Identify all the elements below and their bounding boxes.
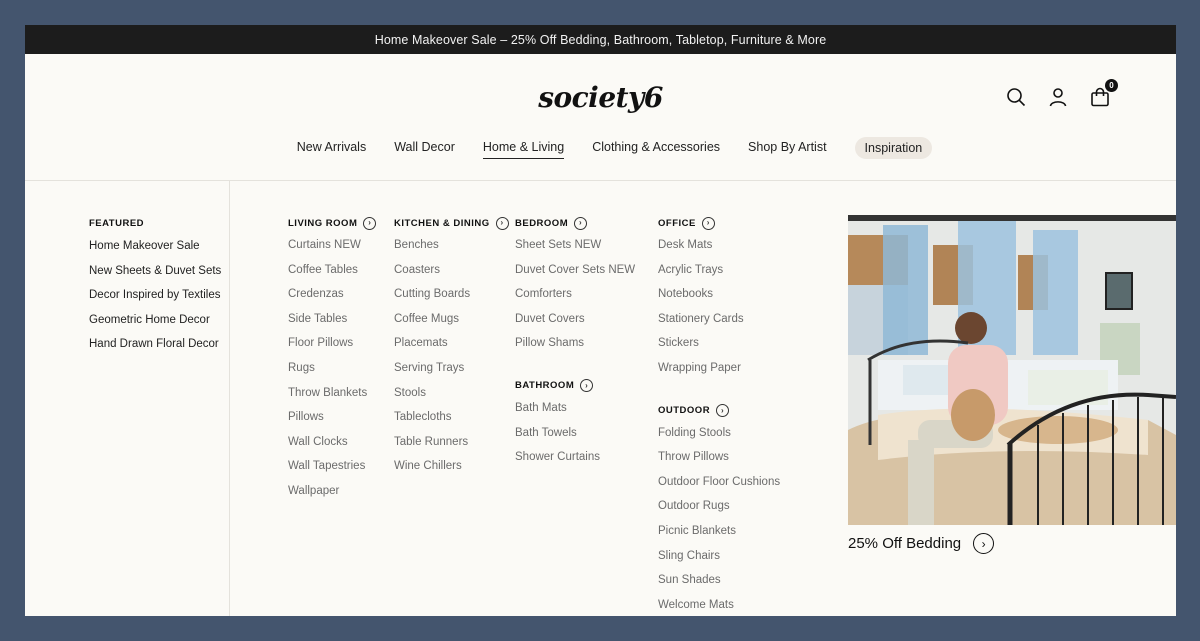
menu-link[interactable]: Outdoor Floor Cushions	[658, 473, 780, 498]
header-icons: 0	[1006, 79, 1118, 107]
chevron-right-icon: ›	[580, 379, 594, 393]
menu-link[interactable]: Pillow Shams	[515, 334, 635, 359]
nav-new-arrivals[interactable]: New Arrivals	[297, 138, 366, 158]
chevron-right-icon: ›	[701, 216, 715, 230]
featured-link[interactable]: Hand Drawn Floral Decor	[89, 334, 229, 359]
bedroom-column: BEDROOM › Sheet Sets NEW Duvet Cover Sets…	[515, 216, 635, 473]
chevron-right-icon: ›	[495, 216, 509, 230]
chevron-right-icon: ›	[973, 533, 995, 554]
menu-link[interactable]: Picnic Blankets	[658, 522, 780, 547]
menu-link[interactable]: Wall Clocks	[288, 433, 376, 458]
cart-count-badge: 0	[1105, 79, 1118, 92]
menu-link[interactable]: Serving Trays	[394, 359, 509, 384]
kitchen-dining-column: KITCHEN & DINING › Benches Coasters Cutti…	[394, 216, 509, 482]
main-nav: New Arrivals Wall Decor Home & Living Cl…	[25, 137, 1176, 159]
featured-title: FEATURED	[89, 217, 145, 229]
featured-link[interactable]: New Sheets & Duvet Sets	[89, 261, 229, 286]
menu-link[interactable]: Outdoor Rugs	[658, 497, 780, 522]
browser-viewport: Home Makeover Sale – 25% Off Bedding, Ba…	[25, 25, 1176, 616]
menu-link[interactable]: Rugs	[288, 359, 376, 384]
menu-link[interactable]: Wall Tapestries	[288, 457, 376, 482]
menu-link[interactable]: Sheet Sets NEW	[515, 236, 635, 261]
kitchen-dining-heading[interactable]: KITCHEN & DINING ›	[394, 216, 509, 230]
search-icon[interactable]	[1006, 87, 1026, 107]
site-header: society6 0 New Arrivals Wall Decor Home …	[25, 54, 1176, 181]
menu-link[interactable]: Notebooks	[658, 285, 780, 310]
menu-link[interactable]: Folding Stools	[658, 424, 780, 449]
menu-link[interactable]: Acrylic Trays	[658, 261, 780, 286]
menu-link[interactable]: Bath Towels	[515, 424, 635, 449]
menu-link[interactable]: Cutting Boards	[394, 285, 509, 310]
bedroom-heading[interactable]: BEDROOM ›	[515, 216, 635, 230]
nav-inspiration[interactable]: Inspiration	[854, 137, 933, 159]
menu-link[interactable]: Comforters	[515, 285, 635, 310]
menu-link[interactable]: Placemats	[394, 334, 509, 359]
promo-bedding-link[interactable]: 25% Off Bedding ›	[848, 533, 995, 554]
menu-link[interactable]: Curtains NEW	[288, 236, 376, 261]
menu-link[interactable]: Credenzas	[288, 285, 376, 310]
living-room-heading[interactable]: LIVING ROOM ›	[288, 216, 377, 230]
user-icon[interactable]	[1048, 87, 1068, 107]
menu-link[interactable]: Coasters	[394, 261, 509, 286]
menu-link[interactable]: Stationery Cards	[658, 310, 780, 335]
menu-link[interactable]: Table Runners	[394, 433, 509, 458]
promo-banner[interactable]: Home Makeover Sale – 25% Off Bedding, Ba…	[25, 25, 1176, 54]
bathroom-heading[interactable]: BATHROOM ›	[515, 379, 635, 393]
office-column: OFFICE › Desk Mats Acrylic Trays Notebook…	[658, 216, 780, 616]
menu-link[interactable]: Floor Pillows	[288, 334, 376, 359]
menu-link[interactable]: Sling Chairs	[658, 547, 780, 572]
nav-home-living[interactable]: Home & Living	[482, 138, 565, 159]
menu-link[interactable]: Throw Blankets	[288, 384, 376, 409]
menu-link[interactable]: Shower Curtains	[515, 448, 635, 473]
office-heading[interactable]: OFFICE ›	[658, 216, 780, 230]
chevron-right-icon: ›	[574, 216, 588, 230]
promo-image[interactable]	[848, 215, 1176, 525]
nav-clothing-accessories[interactable]: Clothing & Accessories	[592, 138, 720, 158]
nav-wall-decor[interactable]: Wall Decor	[394, 138, 455, 158]
site-logo[interactable]: society6	[25, 81, 1176, 114]
menu-link[interactable]: Wine Chillers	[394, 457, 509, 482]
menu-link[interactable]: Stickers	[658, 334, 780, 359]
living-room-column: LIVING ROOM › Curtains NEW Coffee Tables …	[288, 216, 377, 507]
menu-link[interactable]: Pillows	[288, 408, 376, 433]
menu-link[interactable]: Desk Mats	[658, 236, 780, 261]
menu-link[interactable]: Stools	[394, 384, 509, 409]
menu-link[interactable]: Tablecloths	[394, 408, 509, 433]
bedroom-scene-illustration	[848, 215, 1176, 525]
menu-link[interactable]: Duvet Cover Sets NEW	[515, 261, 635, 286]
featured-link[interactable]: Decor Inspired by Textiles	[89, 285, 229, 310]
nav-shop-by-artist[interactable]: Shop By Artist	[748, 138, 827, 158]
menu-link[interactable]: Welcome Mats	[658, 596, 780, 616]
featured-column: FEATURED Home Makeover Sale New Sheets &…	[25, 181, 230, 616]
outdoor-heading[interactable]: OUTDOOR ›	[658, 404, 780, 418]
menu-link[interactable]: Coffee Mugs	[394, 310, 509, 335]
mega-menu: FEATURED Home Makeover Sale New Sheets &…	[25, 181, 1176, 616]
featured-link[interactable]: Home Makeover Sale	[89, 236, 229, 261]
menu-link[interactable]: Side Tables	[288, 310, 376, 335]
menu-link[interactable]: Coffee Tables	[288, 261, 376, 286]
menu-link[interactable]: Wrapping Paper	[658, 359, 780, 384]
chevron-right-icon: ›	[716, 404, 730, 418]
menu-link[interactable]: Bath Mats	[515, 399, 635, 424]
menu-link[interactable]: Benches	[394, 236, 509, 261]
menu-link[interactable]: Throw Pillows	[658, 448, 780, 473]
chevron-right-icon: ›	[363, 216, 377, 230]
menu-link[interactable]: Wallpaper	[288, 482, 376, 507]
menu-link[interactable]: Sun Shades	[658, 571, 780, 596]
featured-link[interactable]: Geometric Home Decor	[89, 310, 229, 335]
cart-button[interactable]: 0	[1090, 79, 1118, 107]
menu-link[interactable]: Duvet Covers	[515, 310, 635, 335]
